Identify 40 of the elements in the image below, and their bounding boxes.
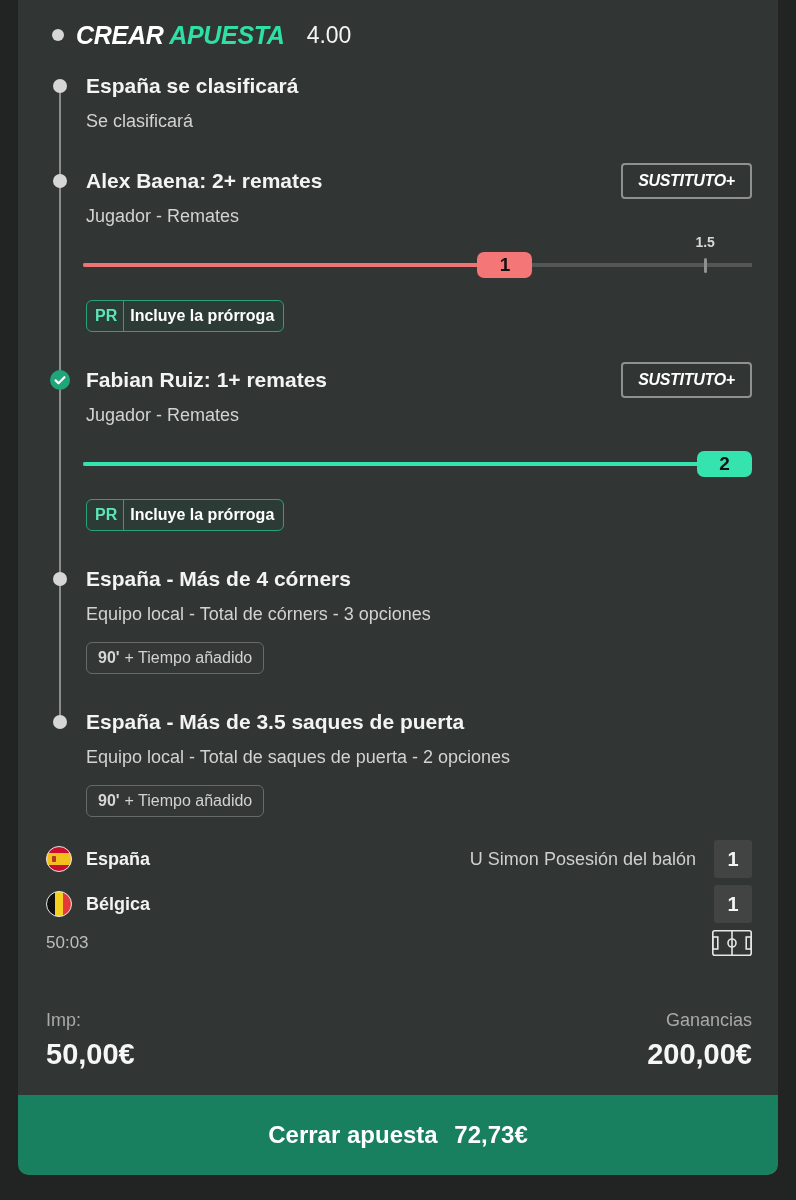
tag-label: + Tiempo añadido	[124, 648, 254, 668]
tag-code: PR	[87, 500, 125, 530]
substitute-button[interactable]: SUSTITUTO+	[621, 163, 752, 199]
team-score: 1	[714, 885, 752, 923]
cash-out-button[interactable]: Cerrar apuesta 72,73€	[18, 1095, 778, 1175]
tag-code: 90'	[97, 791, 121, 811]
tag-code: PR	[87, 301, 125, 331]
match-stat: U Simon Posesión del balón	[469, 848, 696, 870]
market-name: Jugador - Remates	[86, 404, 241, 427]
match-time: 50:03	[46, 933, 89, 953]
bet-builder-title: CREAR APUESTA	[76, 20, 285, 50]
selection-title: España - Más de 3.5 saques de puerta	[86, 709, 465, 735]
selection-title: España - Más de 4 córners	[86, 566, 351, 592]
team-name: España	[86, 848, 152, 870]
selection-title: Alex Baena: 2+ remates	[86, 168, 323, 194]
pitch-icon[interactable]	[712, 930, 752, 956]
tag-label: Incluye la prórroga	[129, 306, 276, 326]
market-name: Se clasificará	[86, 110, 195, 133]
market-name: Equipo local - Total de saques de puerta - 2 opciones	[86, 746, 511, 769]
selection-title: Fabian Ruiz: 1+ remates	[86, 367, 327, 393]
current-count: 1	[477, 252, 533, 278]
returns-label: Ganancias	[665, 1009, 752, 1032]
dot-icon	[52, 29, 64, 41]
flag-icon	[46, 891, 72, 917]
tag-label: + Tiempo añadido	[124, 791, 254, 811]
stake-amount: 50,00€	[46, 1037, 135, 1072]
market-name: Equipo local - Total de córners - 3 opciones	[86, 603, 432, 626]
market-name: Jugador - Remates	[86, 205, 241, 228]
tag-label: Incluye la prórroga	[129, 505, 276, 525]
tag-code: 90'	[97, 648, 121, 668]
target-value: 1.5	[695, 234, 715, 250]
current-count: 2	[697, 451, 752, 477]
team-score: 1	[714, 840, 752, 878]
flag-icon	[46, 846, 72, 872]
team-name: Bélgica	[86, 893, 152, 915]
substitute-button[interactable]: SUSTITUTO+	[621, 362, 752, 398]
returns-amount: 200,00€	[647, 1037, 752, 1072]
total-odds: 4.00	[306, 21, 352, 49]
stake-label: Imp:	[46, 1009, 82, 1032]
selection-title: España se clasificará	[86, 73, 299, 99]
